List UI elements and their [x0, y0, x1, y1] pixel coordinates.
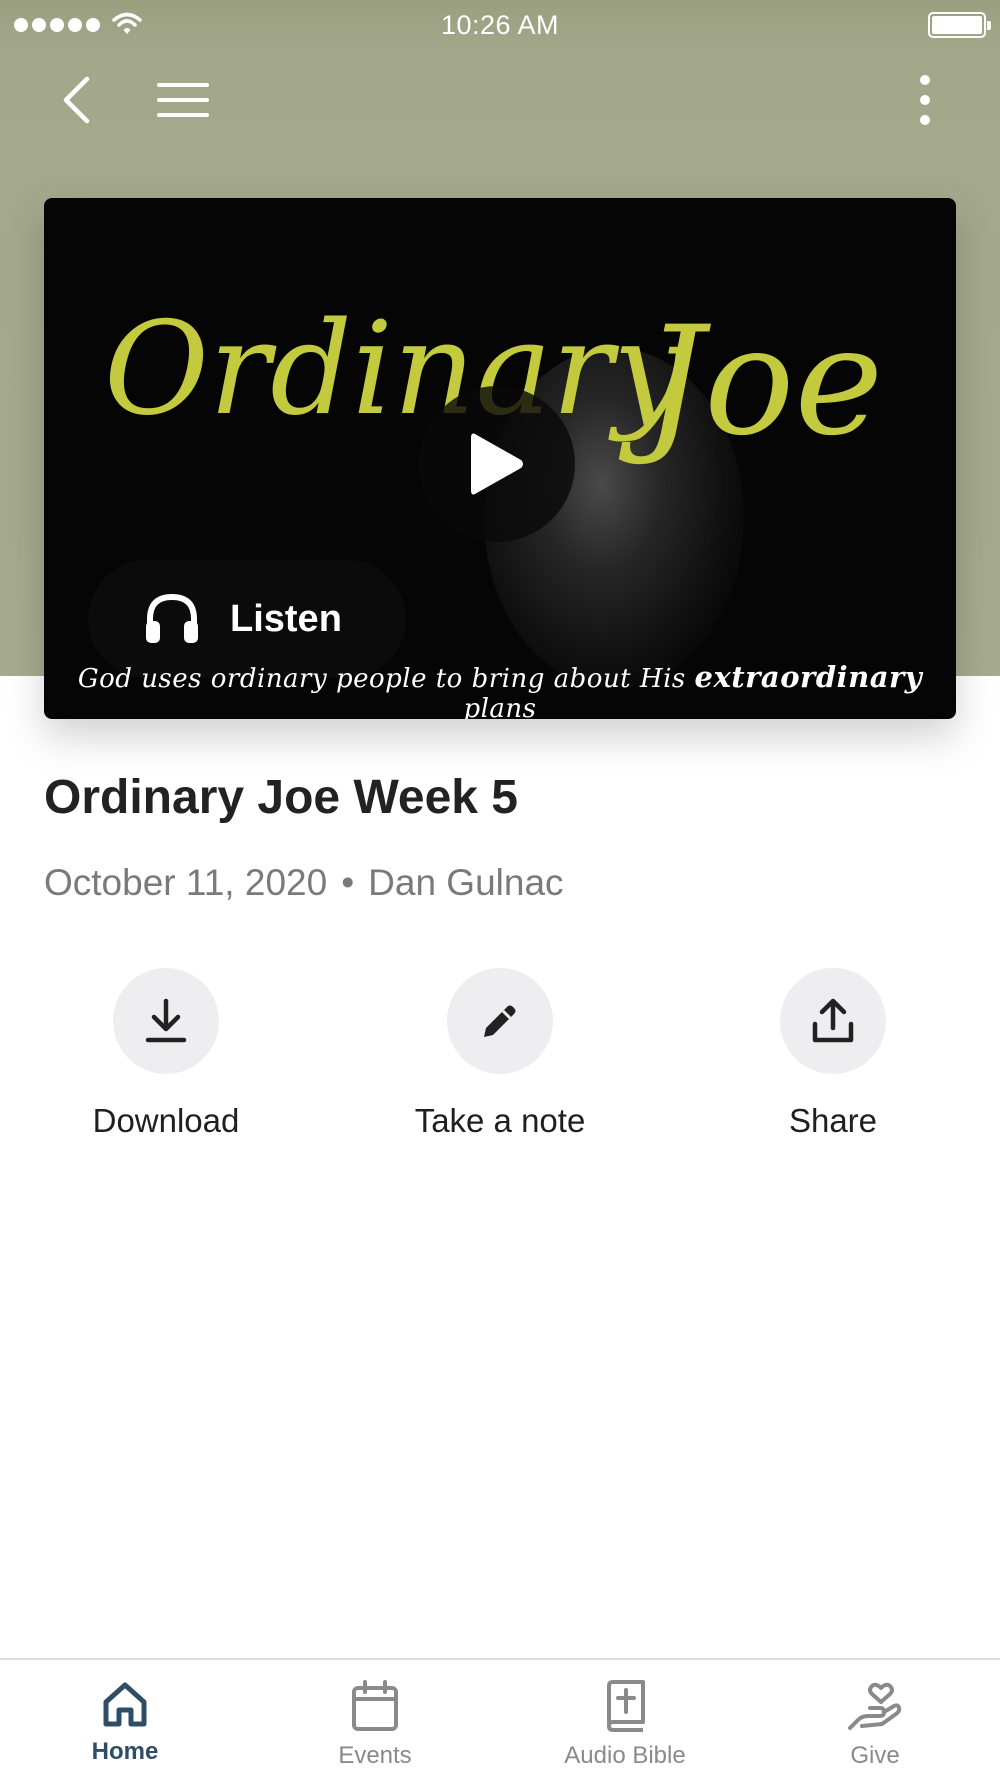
tab-give[interactable]: Give	[750, 1660, 1000, 1778]
meta-separator: •	[341, 862, 355, 903]
listen-label: Listen	[230, 597, 342, 640]
hamburger-menu-icon	[157, 83, 209, 117]
chevron-left-icon	[63, 76, 90, 124]
artwork-tagline: God uses ordinary people to bring about …	[44, 660, 956, 719]
pencil-icon-circle	[447, 968, 553, 1074]
take-a-note-button[interactable]: Take a note	[380, 968, 620, 1140]
sermon-media-card[interactable]: Ordinary Joe Listen God uses ordinary pe…	[44, 198, 956, 719]
status-time: 10:26 AM	[440, 10, 560, 40]
download-icon-circle	[113, 968, 219, 1074]
play-icon	[471, 433, 523, 495]
share-label: Share	[788, 1102, 878, 1139]
tab-events-label: Events	[338, 1742, 412, 1769]
tagline-emphasis: extraordinary	[694, 660, 923, 694]
pencil-icon	[484, 1005, 516, 1037]
sermon-speaker: Dan Gulnac	[368, 862, 564, 903]
tab-audio-bible-label: Audio Bible	[564, 1742, 686, 1769]
bible-icon	[607, 1680, 645, 1732]
menu-button[interactable]	[148, 68, 218, 132]
sermon-meta: October 11, 2020 • Dan Gulnac	[44, 862, 564, 904]
give-hand-heart-icon	[848, 1682, 902, 1730]
download-label: Download	[92, 1102, 240, 1139]
home-icon	[103, 1682, 147, 1727]
sermon-title: Ordinary Joe Week 5	[44, 771, 518, 824]
more-options-button[interactable]	[900, 68, 950, 132]
vertical-ellipsis-icon	[920, 75, 930, 125]
status-bar: 10:26 AM	[0, 0, 1000, 50]
tab-home[interactable]: Home	[0, 1660, 250, 1778]
back-button[interactable]	[48, 68, 104, 132]
bottom-tab-bar: Home Events Audio Bible Give	[0, 1658, 1000, 1778]
share-button[interactable]: Share	[713, 968, 953, 1140]
tab-home-label: Home	[91, 1738, 159, 1765]
tab-audio-bible[interactable]: Audio Bible	[500, 1660, 750, 1778]
tab-events[interactable]: Events	[250, 1660, 500, 1778]
sermon-date: October 11, 2020	[44, 862, 328, 903]
download-button[interactable]: Download	[46, 968, 286, 1140]
share-icon	[812, 998, 854, 1043]
battery-icon	[928, 12, 991, 38]
headphones-icon	[146, 593, 198, 643]
tagline-suffix: plans	[463, 694, 537, 719]
play-button[interactable]	[419, 386, 575, 542]
calendar-icon	[352, 1680, 398, 1731]
share-icon-circle	[780, 968, 886, 1074]
take-a-note-label: Take a note	[414, 1102, 586, 1139]
tab-give-label: Give	[850, 1742, 900, 1769]
artwork-title-left: Ordinary	[104, 295, 687, 444]
download-icon	[145, 998, 187, 1043]
artwork-title-right: Joe	[618, 295, 883, 469]
tagline-prefix: God uses ordinary people to bring about …	[77, 664, 686, 694]
